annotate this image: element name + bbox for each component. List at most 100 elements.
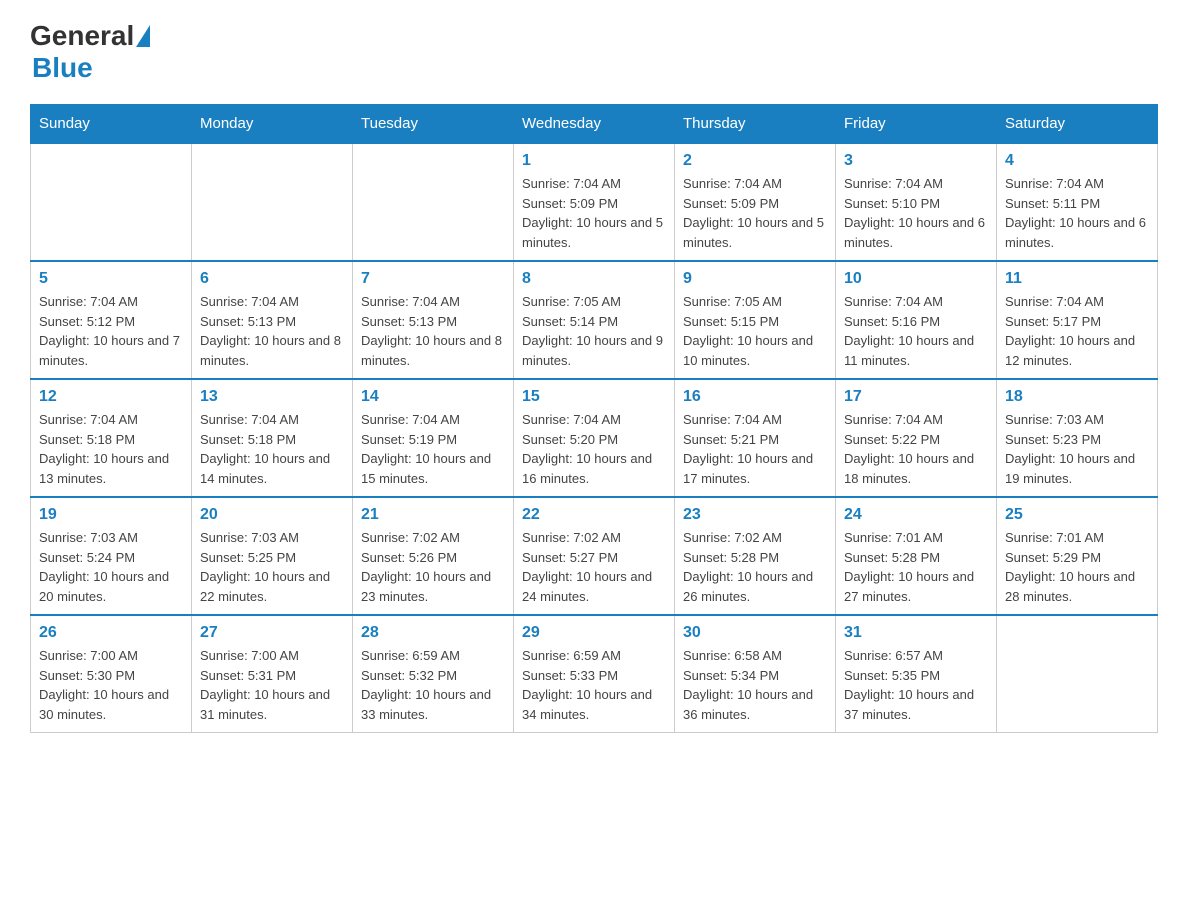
day-number: 3 (844, 152, 988, 170)
day-info-text: Daylight: 10 hours and 20 minutes. (39, 567, 183, 606)
day-info-text: Daylight: 10 hours and 5 minutes. (683, 213, 827, 252)
day-info-text: Daylight: 10 hours and 30 minutes. (39, 685, 183, 724)
day-info-text: Sunrise: 7:05 AM (522, 292, 666, 312)
day-info-text: Sunrise: 7:03 AM (200, 528, 344, 548)
day-info-text: Daylight: 10 hours and 18 minutes. (844, 449, 988, 488)
day-info-text: Sunset: 5:26 PM (361, 548, 505, 568)
day-number: 12 (39, 388, 183, 406)
day-info-text: Sunrise: 7:02 AM (683, 528, 827, 548)
day-info-text: Sunset: 5:10 PM (844, 194, 988, 214)
day-info-text: Sunrise: 7:05 AM (683, 292, 827, 312)
calendar-cell: 24Sunrise: 7:01 AMSunset: 5:28 PMDayligh… (836, 497, 997, 615)
day-info-text: Daylight: 10 hours and 6 minutes. (1005, 213, 1149, 252)
day-number: 1 (522, 152, 666, 170)
calendar-cell (997, 615, 1158, 733)
day-header-friday: Friday (836, 105, 997, 144)
day-info-text: Daylight: 10 hours and 19 minutes. (1005, 449, 1149, 488)
day-header-monday: Monday (192, 105, 353, 144)
week-row-1: 1Sunrise: 7:04 AMSunset: 5:09 PMDaylight… (31, 143, 1158, 261)
day-number: 2 (683, 152, 827, 170)
calendar-header-row: SundayMondayTuesdayWednesdayThursdayFrid… (31, 105, 1158, 144)
day-info-text: Daylight: 10 hours and 22 minutes. (200, 567, 344, 606)
day-number: 9 (683, 270, 827, 288)
logo-general-text: General (30, 20, 134, 52)
day-info-text: Sunset: 5:14 PM (522, 312, 666, 332)
day-info-text: Sunrise: 7:00 AM (39, 646, 183, 666)
day-number: 14 (361, 388, 505, 406)
logo-triangle-icon (136, 25, 150, 47)
day-number: 20 (200, 506, 344, 524)
day-number: 24 (844, 506, 988, 524)
day-info-text: Sunrise: 7:04 AM (361, 292, 505, 312)
calendar-cell (192, 143, 353, 261)
day-info-text: Sunrise: 7:01 AM (1005, 528, 1149, 548)
day-info-text: Sunset: 5:13 PM (361, 312, 505, 332)
logo-blue-text: Blue (32, 52, 93, 83)
calendar-cell: 29Sunrise: 6:59 AMSunset: 5:33 PMDayligh… (514, 615, 675, 733)
day-info-text: Sunset: 5:11 PM (1005, 194, 1149, 214)
calendar-cell: 13Sunrise: 7:04 AMSunset: 5:18 PMDayligh… (192, 379, 353, 497)
day-info-text: Sunset: 5:29 PM (1005, 548, 1149, 568)
day-info-text: Daylight: 10 hours and 28 minutes. (1005, 567, 1149, 606)
day-info-text: Daylight: 10 hours and 10 minutes. (683, 331, 827, 370)
calendar-cell: 10Sunrise: 7:04 AMSunset: 5:16 PMDayligh… (836, 261, 997, 379)
calendar-cell (31, 143, 192, 261)
day-info-text: Sunset: 5:33 PM (522, 666, 666, 686)
calendar-cell: 14Sunrise: 7:04 AMSunset: 5:19 PMDayligh… (353, 379, 514, 497)
calendar-cell: 21Sunrise: 7:02 AMSunset: 5:26 PMDayligh… (353, 497, 514, 615)
calendar-cell: 30Sunrise: 6:58 AMSunset: 5:34 PMDayligh… (675, 615, 836, 733)
day-info-text: Daylight: 10 hours and 8 minutes. (361, 331, 505, 370)
day-number: 22 (522, 506, 666, 524)
day-info-text: Sunrise: 7:04 AM (522, 174, 666, 194)
calendar-cell: 12Sunrise: 7:04 AMSunset: 5:18 PMDayligh… (31, 379, 192, 497)
day-info-text: Sunset: 5:28 PM (844, 548, 988, 568)
day-info-text: Sunset: 5:35 PM (844, 666, 988, 686)
day-header-thursday: Thursday (675, 105, 836, 144)
day-info-text: Daylight: 10 hours and 11 minutes. (844, 331, 988, 370)
page-header: General Blue (30, 20, 1158, 84)
day-number: 28 (361, 624, 505, 642)
day-info-text: Sunrise: 7:04 AM (1005, 292, 1149, 312)
calendar-cell: 19Sunrise: 7:03 AMSunset: 5:24 PMDayligh… (31, 497, 192, 615)
day-info-text: Daylight: 10 hours and 9 minutes. (522, 331, 666, 370)
day-info-text: Sunset: 5:22 PM (844, 430, 988, 450)
day-info-text: Daylight: 10 hours and 15 minutes. (361, 449, 505, 488)
day-info-text: Sunrise: 7:04 AM (522, 410, 666, 430)
day-number: 31 (844, 624, 988, 642)
week-row-4: 19Sunrise: 7:03 AMSunset: 5:24 PMDayligh… (31, 497, 1158, 615)
calendar-cell: 20Sunrise: 7:03 AMSunset: 5:25 PMDayligh… (192, 497, 353, 615)
logo: General Blue (30, 20, 152, 84)
day-info-text: Sunrise: 7:02 AM (522, 528, 666, 548)
calendar-cell: 3Sunrise: 7:04 AMSunset: 5:10 PMDaylight… (836, 143, 997, 261)
day-info-text: Sunrise: 7:04 AM (683, 410, 827, 430)
day-info-text: Sunset: 5:30 PM (39, 666, 183, 686)
day-info-text: Sunrise: 6:59 AM (522, 646, 666, 666)
day-info-text: Daylight: 10 hours and 14 minutes. (200, 449, 344, 488)
week-row-2: 5Sunrise: 7:04 AMSunset: 5:12 PMDaylight… (31, 261, 1158, 379)
calendar-cell: 28Sunrise: 6:59 AMSunset: 5:32 PMDayligh… (353, 615, 514, 733)
week-row-3: 12Sunrise: 7:04 AMSunset: 5:18 PMDayligh… (31, 379, 1158, 497)
day-info-text: Sunset: 5:09 PM (683, 194, 827, 214)
day-number: 23 (683, 506, 827, 524)
calendar-cell: 26Sunrise: 7:00 AMSunset: 5:30 PMDayligh… (31, 615, 192, 733)
day-info-text: Daylight: 10 hours and 24 minutes. (522, 567, 666, 606)
day-header-sunday: Sunday (31, 105, 192, 144)
day-info-text: Daylight: 10 hours and 5 minutes. (522, 213, 666, 252)
calendar-cell: 18Sunrise: 7:03 AMSunset: 5:23 PMDayligh… (997, 379, 1158, 497)
calendar-cell: 6Sunrise: 7:04 AMSunset: 5:13 PMDaylight… (192, 261, 353, 379)
day-info-text: Daylight: 10 hours and 23 minutes. (361, 567, 505, 606)
day-info-text: Sunset: 5:27 PM (522, 548, 666, 568)
day-info-text: Sunrise: 7:04 AM (200, 292, 344, 312)
calendar-cell: 17Sunrise: 7:04 AMSunset: 5:22 PMDayligh… (836, 379, 997, 497)
day-info-text: Sunset: 5:19 PM (361, 430, 505, 450)
calendar-cell: 9Sunrise: 7:05 AMSunset: 5:15 PMDaylight… (675, 261, 836, 379)
day-number: 29 (522, 624, 666, 642)
day-info-text: Daylight: 10 hours and 17 minutes. (683, 449, 827, 488)
day-number: 30 (683, 624, 827, 642)
day-number: 16 (683, 388, 827, 406)
day-info-text: Daylight: 10 hours and 6 minutes. (844, 213, 988, 252)
day-info-text: Sunrise: 7:04 AM (39, 292, 183, 312)
day-info-text: Daylight: 10 hours and 12 minutes. (1005, 331, 1149, 370)
day-number: 10 (844, 270, 988, 288)
calendar-cell: 5Sunrise: 7:04 AMSunset: 5:12 PMDaylight… (31, 261, 192, 379)
